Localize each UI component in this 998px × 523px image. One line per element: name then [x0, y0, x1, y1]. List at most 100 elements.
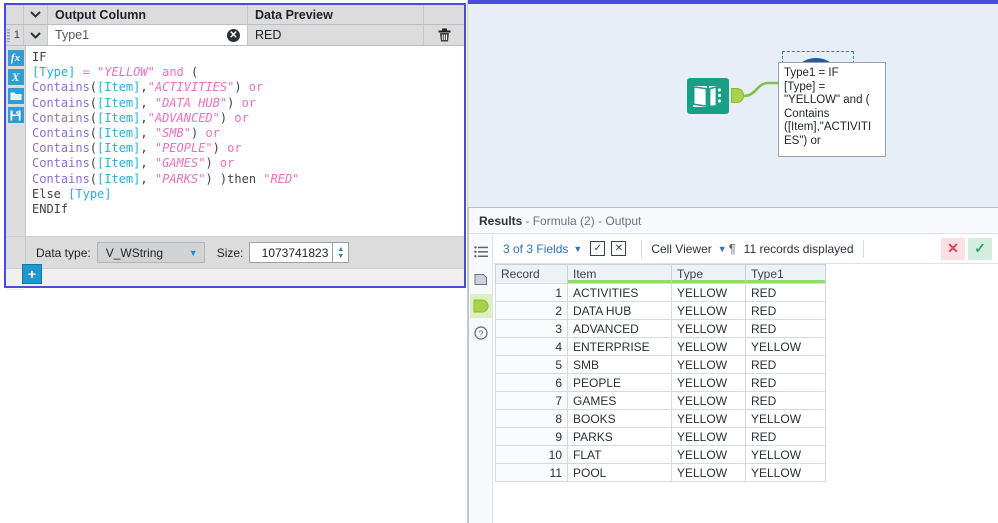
- table-row[interactable]: 1 ACTIVITIES YELLOW RED: [495, 283, 826, 302]
- output-column-input[interactable]: Type1 ✕: [48, 25, 248, 45]
- drag-grip-icon[interactable]: [7, 29, 10, 42]
- data-type-select[interactable]: V_WString ▼: [96, 242, 205, 263]
- cell-type: YELLOW: [671, 337, 746, 356]
- header-chevron-down-icon[interactable]: [24, 5, 48, 24]
- toolbar-divider: [641, 239, 643, 258]
- pilcrow-icon[interactable]: ¶: [729, 241, 736, 256]
- toolbar-divider-2: [862, 239, 864, 258]
- metadata-icon[interactable]: [470, 267, 492, 291]
- cell-item: BOOKS: [567, 409, 672, 428]
- table-row[interactable]: 8 BOOKS YELLOW YELLOW: [495, 409, 826, 428]
- data-type-label: Data type:: [36, 245, 91, 260]
- table-row[interactable]: 6 PEOPLE YELLOW RED: [495, 373, 826, 392]
- results-table: Record Item Type Type1 1 ACTIVITIES YELLOW…: [495, 264, 826, 482]
- confirm-button[interactable]: ✓: [968, 237, 992, 260]
- cell-type: YELLOW: [671, 445, 746, 464]
- cell-viewer-selector[interactable]: Cell Viewer: [651, 242, 711, 256]
- row-chevron-down-icon[interactable]: [24, 25, 48, 45]
- cell-item: SMB: [567, 355, 672, 374]
- stepper-down-icon[interactable]: ▼: [337, 253, 344, 260]
- cell-record: 6: [495, 373, 568, 392]
- col-header-record[interactable]: Record: [495, 264, 568, 284]
- cell-type: YELLOW: [671, 283, 746, 302]
- results-toolbar: 3 of 3 Fields ▼ ✓ ✕ Cell Viewer ▼ ¶ 11 r…: [493, 234, 998, 264]
- data-preview-value: RED: [248, 25, 424, 45]
- input-node-output-anchor[interactable]: [731, 88, 744, 103]
- cell-item: DATA HUB: [567, 301, 672, 320]
- cell-type: YELLOW: [671, 427, 746, 446]
- size-input[interactable]: 1073741823: [249, 242, 334, 263]
- cell-record: 11: [495, 463, 568, 482]
- cell-record: 5: [495, 355, 568, 374]
- formula-expression-container: Output Column Data Preview 1 Type1 ✕ RED: [4, 3, 466, 288]
- chevron-down-icon: ▼: [188, 247, 198, 258]
- help-icon[interactable]: ?: [470, 321, 492, 345]
- config-blank-area: [4, 290, 466, 523]
- column-header-output-column: Output Column: [48, 5, 248, 24]
- header-gutter: [6, 5, 24, 24]
- cell-record: 2: [495, 301, 568, 320]
- add-expression-strip: [6, 268, 464, 286]
- text-input-node[interactable]: [686, 74, 730, 118]
- list-icon[interactable]: [470, 240, 492, 264]
- cancel-button[interactable]: ✕: [941, 237, 965, 260]
- table-row[interactable]: 5 SMB YELLOW RED: [495, 355, 826, 374]
- config-header-row: Output Column Data Preview: [6, 5, 464, 25]
- results-title-suffix: - Formula (2) - Output: [525, 213, 642, 228]
- table-row[interactable]: 4 ENTERPRISE YELLOW YELLOW: [495, 337, 826, 356]
- cell-record: 7: [495, 391, 568, 410]
- cell-type: YELLOW: [671, 373, 746, 392]
- cell-type: YELLOW: [671, 463, 746, 482]
- trash-icon: [438, 28, 450, 42]
- table-body: 1 ACTIVITIES YELLOW RED 2 DATA HUB YELLOW RED …: [495, 283, 826, 482]
- col-header-type1[interactable]: Type1: [745, 264, 826, 284]
- chevron-down-icon-2[interactable]: ▼: [718, 244, 727, 254]
- workflow-canvas[interactable]: Type1 = IF [Type] = "YELLOW" and ( Conta…: [468, 0, 998, 208]
- table-row[interactable]: 9 PARKS YELLOW RED: [495, 427, 826, 446]
- clear-circle-icon[interactable]: ✕: [227, 28, 240, 42]
- folder-open-icon[interactable]: [7, 88, 24, 104]
- cell-record: 1: [495, 283, 568, 302]
- node-tooltip: Type1 = IF [Type] = "YELLOW" and ( Conta…: [778, 62, 886, 157]
- table-header-row: Record Item Type Type1: [495, 264, 826, 284]
- svg-text:?: ?: [478, 328, 483, 338]
- output-anchor-icon[interactable]: [469, 294, 492, 318]
- size-stepper[interactable]: ▲ ▼: [333, 242, 350, 263]
- cell-type1: YELLOW: [745, 337, 826, 356]
- table-row[interactable]: 10 FLAT YELLOW YELLOW: [495, 445, 826, 464]
- results-grid-wrapper[interactable]: Record Item Type Type1 1 ACTIVITIES YELLOW…: [493, 264, 998, 523]
- x-variable-icon[interactable]: X: [7, 69, 24, 85]
- cell-type: YELLOW: [671, 409, 746, 428]
- row-number-label: 1: [13, 29, 20, 41]
- stepper-up-icon[interactable]: ▲: [337, 246, 344, 253]
- col-header-type[interactable]: Type: [671, 264, 746, 284]
- cell-type1: RED: [745, 283, 826, 302]
- records-displayed-label: 11 records displayed: [743, 241, 854, 256]
- cell-record: 8: [495, 409, 568, 428]
- col-header-item[interactable]: Item: [567, 264, 672, 284]
- table-row[interactable]: 3 ADVANCED YELLOW RED: [495, 319, 826, 338]
- table-row[interactable]: 11 POOL YELLOW YELLOW: [495, 463, 826, 482]
- data-type-bar: Data type: V_WString ▼ Size: 1073741823 …: [6, 236, 464, 268]
- cell-record: 3: [495, 319, 568, 338]
- table-row[interactable]: 2 DATA HUB YELLOW RED: [495, 301, 826, 320]
- cell-item: GAMES: [567, 391, 672, 410]
- delete-row-button[interactable]: [424, 25, 464, 45]
- column-header-data-preview: Data Preview: [248, 5, 424, 24]
- fields-selector[interactable]: 3 of 3 Fields ▼: [503, 242, 582, 256]
- cell-record: 9: [495, 427, 568, 446]
- checkbox-checked-icon[interactable]: ✓: [590, 241, 606, 256]
- field-type-underline: [672, 280, 745, 283]
- formula-code[interactable]: IF [Type] = "YELLOW" and ( Contains([Ite…: [26, 46, 464, 236]
- app-root: Output Column Data Preview 1 Type1 ✕ RED: [0, 0, 998, 523]
- table-row[interactable]: 7 GAMES YELLOW RED: [495, 391, 826, 410]
- add-expression-button[interactable]: +: [22, 264, 42, 284]
- cell-type1: YELLOW: [745, 409, 826, 428]
- header-tail: [424, 5, 464, 24]
- save-icon[interactable]: [7, 107, 24, 123]
- checkbox-x-icon[interactable]: ✕: [611, 241, 627, 256]
- results-title-bar: Results - Formula (2) - Output: [469, 208, 998, 234]
- cell-type1: YELLOW: [745, 463, 826, 482]
- cell-item: POOL: [567, 463, 672, 482]
- fx-icon[interactable]: fx: [7, 50, 24, 66]
